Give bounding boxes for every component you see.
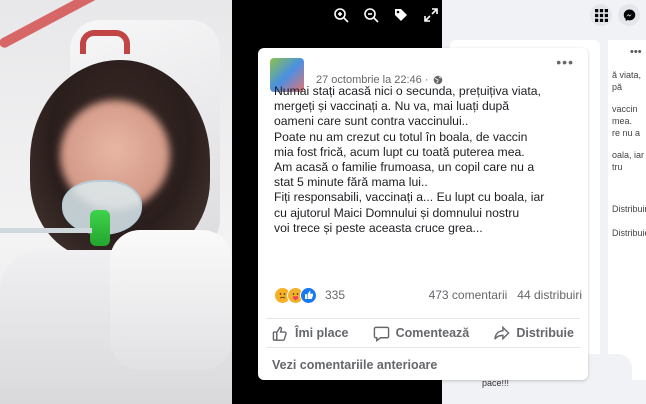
side-more-icon[interactable]: •••	[630, 46, 642, 58]
tag-icon[interactable]	[390, 4, 412, 26]
post-line: cu ajutorul Maici Domnului și domnului n…	[274, 205, 520, 220]
comment-button[interactable]: Comentează	[373, 319, 470, 347]
share-label: Distribuie	[516, 326, 574, 340]
side-post-preview: ă viata, pă vaccin mea. re nu a oala, ia…	[608, 40, 646, 380]
post-more-icon[interactable]: •••	[556, 54, 574, 70]
photo-toolbar	[330, 4, 442, 26]
post-text: Numai stați acasă nici o secunda, prețui…	[274, 84, 576, 236]
post-line: Poate nu am crezut cu totul în boala, de…	[274, 129, 528, 144]
zoom-in-icon[interactable]	[330, 4, 352, 26]
reaction-icons[interactable]	[274, 286, 317, 304]
side-fragment: pă	[612, 82, 623, 92]
side-fragment: tru	[612, 162, 623, 172]
side-fragment: ă viata,	[612, 70, 642, 80]
mask-valve	[90, 210, 110, 246]
share-button[interactable]: Distribuie	[493, 319, 574, 347]
like-reaction-icon	[300, 286, 317, 304]
post-line: Fiți responsabili, vaccinați a... Eu lup…	[274, 190, 545, 205]
reaction-count[interactable]: 335	[325, 288, 345, 302]
comment-label: Comentează	[395, 326, 470, 340]
like-label: Îmi place	[295, 326, 349, 340]
comment-icon	[373, 326, 389, 342]
grid-icon[interactable]	[590, 4, 612, 26]
messenger-icon[interactable]	[618, 4, 640, 26]
post-actions: Îmi place Comentează Distribuie	[266, 318, 580, 348]
post-line: stat 5 minute fără mama lui..	[274, 175, 428, 190]
engagement-counts: 473 comentarii 44 distribuiri	[429, 288, 582, 302]
post-line: oameni care sunt contra vaccinului..	[274, 114, 469, 129]
top-right-controls	[590, 4, 640, 26]
post-photo	[0, 0, 232, 404]
post-card: 27 octombrie la 22:46 · ••• Numai stați …	[258, 48, 588, 380]
reaction-summary: 335 473 comentarii 44 distribuiri	[274, 286, 582, 304]
share-count[interactable]: 44 distribuiri	[517, 288, 582, 302]
share-icon	[494, 325, 510, 340]
side-fragment: Distribuie	[612, 228, 646, 238]
side-fragment: mea.	[612, 116, 633, 126]
pillow-front	[110, 230, 232, 370]
oxygen-tube	[0, 228, 92, 233]
zoom-out-icon[interactable]	[360, 4, 382, 26]
post-line: Numai stați acasă nici o secunda, prețui…	[274, 84, 541, 98]
side-fragment: oala, iar	[612, 150, 645, 160]
fullscreen-icon[interactable]	[420, 4, 442, 26]
comment-count[interactable]: 473 comentarii	[429, 288, 508, 302]
side-fragment: re nu a	[612, 128, 641, 138]
post-line: voi trece și peste aceasta cruce grea...	[274, 220, 483, 235]
like-icon	[272, 326, 287, 341]
side-fragment: vaccin	[612, 104, 638, 114]
post-line: Am acasă o familie frumoasa, un copil ca…	[274, 160, 535, 175]
post-line: mia fost frică, acum lupt cu toată puter…	[274, 144, 525, 159]
side-fragment: Distribuiri	[612, 204, 646, 214]
post-line: mergeți și vaccinați a. Nu va, mai luați…	[274, 99, 510, 114]
view-previous-comments-link[interactable]: Vezi comentariile anterioare	[272, 358, 437, 372]
like-button[interactable]: Îmi place	[272, 319, 349, 347]
bed-handle	[80, 30, 130, 54]
